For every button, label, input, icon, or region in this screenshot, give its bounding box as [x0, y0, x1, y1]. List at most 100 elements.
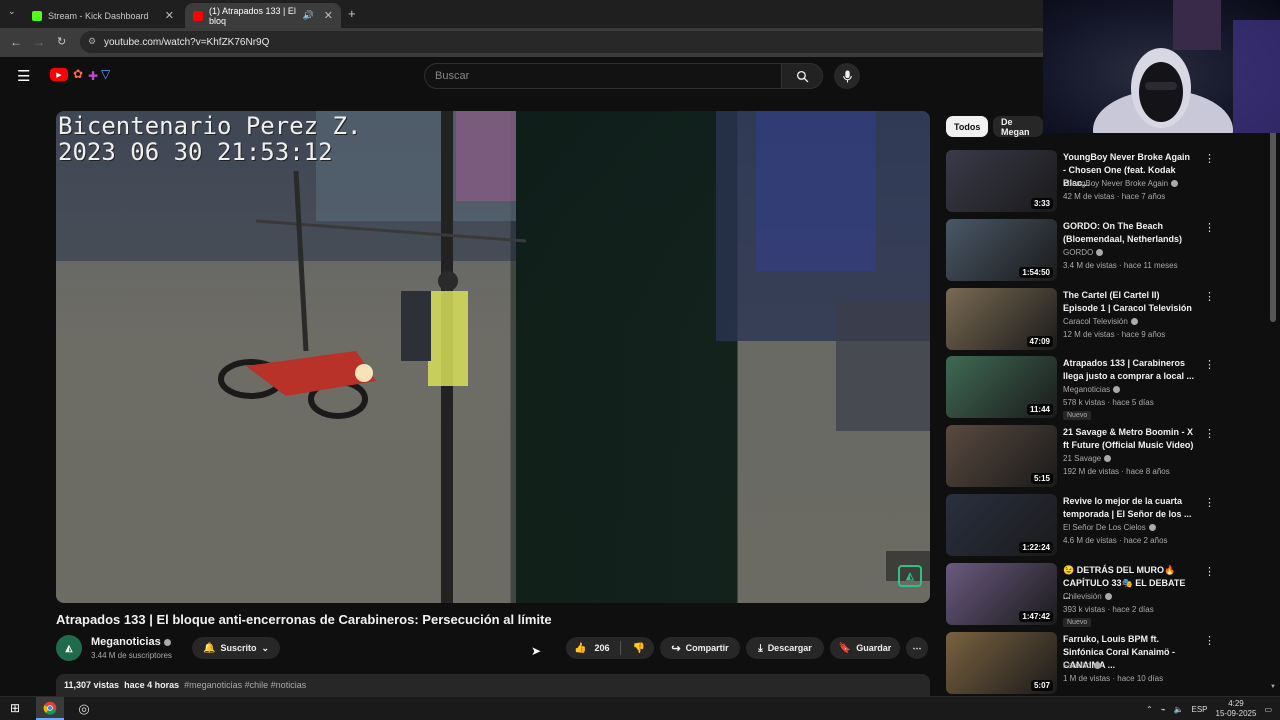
recommendation-title[interactable]: The Cartel (El Cartel II) Episode 1 | Ca… — [1063, 289, 1195, 315]
more-vertical-icon[interactable]: ⋮ — [1204, 152, 1215, 165]
video-thumbnail[interactable]: 5:15 — [946, 425, 1057, 487]
scroll-down-icon[interactable]: ▼ — [1270, 684, 1276, 690]
hashtags[interactable]: #meganoticias #chile #noticias — [184, 680, 306, 690]
hamburger-menu-icon[interactable]: ☰ — [17, 67, 30, 85]
recommendation-item[interactable]: 1:47:42 😉 DETRÁS DEL MURO🔥 CAPÍTULO 33🎭 E… — [946, 563, 1260, 627]
video-player[interactable]: Bicentenario Perez Z. 2023 06 30 21:53:1… — [56, 111, 930, 603]
more-vertical-icon[interactable]: ⋮ — [1204, 358, 1215, 371]
subscribed-button[interactable]: 🔔 Suscrito ⌄ — [192, 637, 280, 659]
like-button[interactable]: 👍 206 — [574, 643, 609, 654]
recommendation-item[interactable]: 5:07 Farruko, Louis BPM ft. Sinfónica Cor… — [946, 632, 1260, 696]
recommendation-views: 3.4 M de vistas — [1063, 261, 1117, 270]
dislike-button[interactable]: 👎 — [632, 643, 644, 654]
video-thumbnail[interactable]: 1:22:24 — [946, 494, 1057, 556]
url-text: youtube.com/watch?v=KhfZK76Nr9Q — [104, 36, 270, 48]
video-thumbnail[interactable]: 11:44 — [946, 356, 1057, 418]
new-tab-icon[interactable]: + — [348, 6, 356, 21]
more-vertical-icon[interactable]: ⋮ — [1204, 427, 1215, 440]
close-tab-icon[interactable]: ✕ — [165, 9, 174, 22]
recommendation-channel[interactable]: Farruko — [1063, 661, 1101, 670]
verified-icon — [1130, 318, 1138, 326]
chrome-icon — [43, 701, 57, 715]
tray-expand-icon[interactable]: ⌃ — [1146, 705, 1153, 714]
recommendation-title[interactable]: 21 Savage & Metro Boomin - X ft Future (… — [1063, 426, 1195, 452]
video-thumbnail[interactable]: 1:54:50 — [946, 219, 1057, 281]
more-actions-button[interactable]: ⋯ — [906, 637, 928, 659]
more-vertical-icon[interactable]: ⋮ — [1204, 221, 1215, 234]
windows-start-icon[interactable]: ⊞ — [10, 701, 20, 715]
search-input[interactable]: Buscar — [424, 63, 782, 89]
recommendation-views: 578 k vistas — [1063, 398, 1106, 407]
recommendation-channel[interactable]: 21 Savage — [1063, 454, 1112, 463]
recommendation-item[interactable]: 11:44 Atrapados 133 | Carabineros llega j… — [946, 356, 1260, 420]
like-dislike-group: 👍 206 👎 — [566, 637, 654, 659]
scrollbar[interactable] — [1270, 130, 1276, 322]
recommendation-channel-name: Caracol Televisión — [1063, 317, 1128, 326]
forward-icon[interactable]: → — [33, 35, 45, 49]
recommendation-meta: 393 k vistas · hace 2 días — [1063, 605, 1154, 614]
recommendation-item[interactable]: 3:33 YoungBoy Never Broke Again - Chosen … — [946, 150, 1260, 214]
chip-from-channel[interactable]: De Megan — [993, 116, 1043, 137]
recommendation-channel[interactable]: GORDO — [1063, 248, 1104, 257]
recommendation-channel[interactable]: Meganoticias — [1063, 385, 1121, 394]
browser-tab-kick[interactable]: Stream - Kick Dashboard ✕ — [24, 3, 182, 28]
recommendation-title[interactable]: GORDO: On The Beach (Bloemendaal, Nether… — [1063, 220, 1195, 246]
speaker-tray-icon[interactable]: 🔈 — [1174, 705, 1184, 714]
channel-name[interactable]: Meganoticias — [91, 636, 171, 648]
channel-avatar[interactable]: ◭ — [56, 635, 82, 661]
download-button[interactable]: ⤓ Descargar — [746, 637, 824, 659]
site-info-icon[interactable]: ⚙ — [88, 36, 96, 47]
chrome-taskbar-button[interactable] — [36, 697, 64, 720]
description-box[interactable]: 11,307 vistas hace 4 horas #meganoticias… — [56, 674, 930, 696]
video-thumbnail[interactable]: 1:47:42 — [946, 563, 1057, 625]
obs-taskbar-button[interactable]: ◎ — [70, 697, 98, 720]
recommendation-channel[interactable]: YoungBoy Never Broke Again — [1063, 179, 1179, 188]
speaker-icon[interactable]: 🔊 — [303, 10, 314, 21]
tab-list-icon[interactable]: ⌄ — [8, 6, 16, 17]
clock[interactable]: 4:29 15-09-2025 — [1216, 699, 1257, 719]
youtube-logo-icon[interactable]: ▶ — [50, 68, 68, 81]
bell-icon: 🔔 — [202, 642, 216, 654]
network-icon[interactable]: ⌁ — [1161, 705, 1166, 714]
browser-tab-youtube[interactable]: (1) Atrapados 133 | El bloq 🔊 ✕ — [185, 3, 341, 28]
doodle-logo-icon[interactable]: ✿ ✚ ▽ — [73, 67, 115, 83]
recommendation-item[interactable]: 47:09 The Cartel (El Cartel II) Episode 1… — [946, 288, 1260, 352]
close-tab-icon[interactable]: ✕ — [324, 9, 333, 22]
recommendation-views: 393 k vistas — [1063, 605, 1106, 614]
search-button[interactable] — [781, 63, 823, 89]
more-vertical-icon[interactable]: ⋮ — [1204, 290, 1215, 303]
recommendation-channel-name: El Señor De Los Cielos — [1063, 523, 1146, 532]
recommendation-views: 12 M de vistas — [1063, 330, 1115, 339]
share-button[interactable]: ↪ Compartir — [660, 637, 740, 659]
recommendation-channel-name: YoungBoy Never Broke Again — [1063, 179, 1169, 188]
voice-search-button[interactable] — [834, 63, 860, 89]
recommendation-channel[interactable]: Caracol Televisión — [1063, 317, 1138, 326]
url-field[interactable]: ⚙ youtube.com/watch?v=KhfZK76Nr9Q — [80, 31, 1050, 53]
video-thumbnail[interactable]: 47:09 — [946, 288, 1057, 350]
duration-badge: 11:44 — [1026, 404, 1053, 415]
chip-all[interactable]: Todos — [946, 116, 989, 137]
recommendation-channel[interactable]: Chilevisión — [1063, 592, 1112, 601]
reload-icon[interactable]: ↻ — [57, 35, 66, 48]
back-icon[interactable]: ← — [10, 35, 22, 49]
thumbs-up-icon: 👍 — [574, 642, 587, 654]
tab-label: (1) Atrapados 133 | El bloq — [209, 5, 296, 26]
recommendation-title[interactable]: Revive lo mejor de la cuarta temporada |… — [1063, 495, 1195, 521]
more-vertical-icon[interactable]: ⋮ — [1204, 565, 1215, 578]
recommendation-title[interactable]: Atrapados 133 | Carabineros llega justo … — [1063, 357, 1195, 383]
recommendation-views: 1 M de vistas — [1063, 674, 1111, 683]
recommendation-channel[interactable]: El Señor De Los Cielos — [1063, 523, 1156, 532]
video-thumbnail[interactable]: 3:33 — [946, 150, 1057, 212]
more-vertical-icon[interactable]: ⋮ — [1204, 634, 1215, 647]
new-badge: Nuevo — [1063, 411, 1092, 420]
video-thumbnail[interactable]: 5:07 — [946, 632, 1057, 694]
system-tray: ⌃ ⌁ 🔈 ESP 4:29 15-09-2025 ▭ — [1146, 699, 1272, 719]
recommendation-item[interactable]: 5:15 21 Savage & Metro Boomin - X ft Futu… — [946, 425, 1260, 489]
recommendation-item[interactable]: 1:22:24 Revive lo mejor de la cuarta temp… — [946, 494, 1260, 558]
recommendation-item[interactable]: 1:54:50 GORDO: On The Beach (Bloemendaal,… — [946, 219, 1260, 283]
recommendation-age: hace 2 años — [1123, 536, 1168, 545]
notifications-icon[interactable]: ▭ — [1264, 705, 1272, 714]
language-indicator[interactable]: ESP — [1192, 705, 1208, 714]
more-vertical-icon[interactable]: ⋮ — [1204, 496, 1215, 509]
save-button[interactable]: 🔖 Guardar — [830, 637, 900, 659]
